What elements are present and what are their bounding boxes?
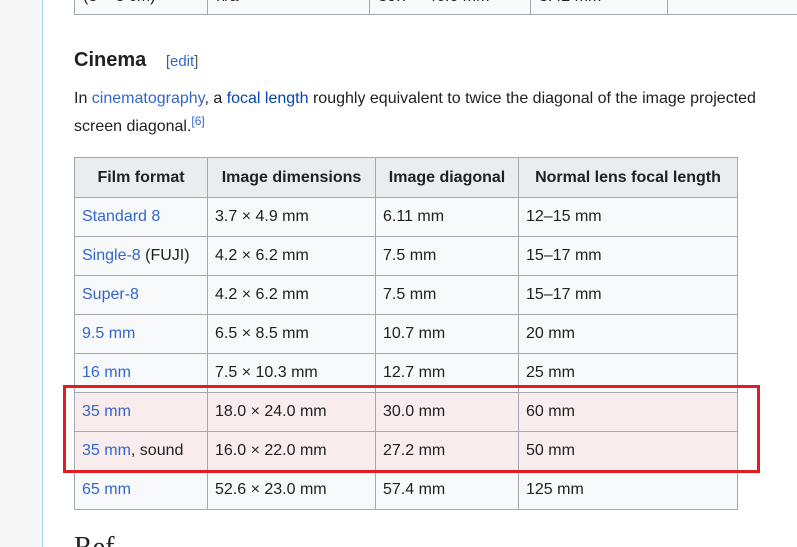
focal-length-cell: 25 mm [518, 353, 738, 393]
intro-text: In [74, 90, 92, 107]
table-row: Super-8 4.2 × 6.2 mm 7.5 mm 15–17 mm [74, 275, 738, 315]
format-link[interactable]: 35 mm [82, 403, 131, 420]
film-format-table: Film format Image dimensions Image diago… [74, 157, 738, 510]
table-cell: n/a [207, 0, 371, 15]
focal-length-cell: 60 mm [518, 392, 738, 432]
edit-section: [edit] [165, 53, 199, 70]
focal-length-cell: 12–15 mm [518, 197, 738, 237]
dimensions-cell: 16.0 × 22.0 mm [207, 431, 376, 471]
table-row: 9.5 mm 6.5 × 8.5 mm 10.7 mm 20 mm [74, 314, 738, 354]
table-row: 65 mm 52.6 × 23.0 mm 57.4 mm 125 mm [74, 470, 738, 510]
format-suffix: , sound [130, 442, 184, 459]
dimensions-cell: 7.5 × 10.3 mm [207, 353, 376, 393]
table-cell [667, 0, 797, 15]
table-row: 16 mm 7.5 × 10.3 mm 12.7 mm 25 mm [74, 353, 738, 393]
table-row: Standard 8 3.7 × 4.9 mm 6.11 mm 12–15 mm [74, 197, 738, 237]
diagonal-cell: 57.4 mm [375, 470, 519, 510]
dimensions-cell: 3.7 × 4.9 mm [207, 197, 376, 237]
format-cell: 65 mm [74, 470, 208, 510]
header-film-format: Film format [74, 157, 208, 198]
dimensions-cell: 18.0 × 24.0 mm [207, 392, 376, 432]
table-cell: (3 × 3 cm) [73, 0, 209, 15]
focal-length-cell: 50 mm [518, 431, 738, 471]
table-row: Single-8 (FUJI) 4.2 × 6.2 mm 7.5 mm 15–1… [74, 236, 738, 276]
diagonal-cell: 7.5 mm [375, 236, 519, 276]
format-link[interactable]: 9.5 mm [82, 325, 135, 342]
diagonal-cell: 30.0 mm [375, 392, 519, 432]
article-content: (3 × 3 cm) n/a 30.7 – 46.0 mm 3.42 mm Ci… [42, 0, 797, 547]
format-cell: 16 mm [74, 353, 208, 393]
table-row: (3 × 3 cm) n/a 30.7 – 46.0 mm 3.42 mm [73, 0, 797, 15]
header-normal-lens-focal-length: Normal lens focal length [518, 157, 738, 198]
focal-length-cell: 125 mm [518, 470, 738, 510]
format-cell: 35 mm [74, 392, 208, 432]
section-title: Cinema [74, 49, 147, 71]
cinematography-link[interactable]: cinematography [92, 90, 205, 107]
citation-superscript: [6] [191, 114, 204, 128]
header-image-dimensions: Image dimensions [207, 157, 376, 198]
format-link[interactable]: 65 mm [82, 481, 131, 498]
focal-length-cell: 15–17 mm [518, 275, 738, 315]
previous-table-fragment: (3 × 3 cm) n/a 30.7 – 46.0 mm 3.42 mm [73, 0, 797, 15]
focal-length-link[interactable]: focal length [227, 90, 309, 107]
format-link[interactable]: Super-8 [82, 286, 139, 303]
dimensions-cell: 4.2 × 6.2 mm [207, 275, 376, 315]
format-link[interactable]: 35 mm [82, 442, 131, 459]
dimensions-cell: 4.2 × 6.2 mm [207, 236, 376, 276]
header-image-diagonal: Image diagonal [375, 157, 519, 198]
dimensions-cell: 6.5 × 8.5 mm [207, 314, 376, 354]
diagonal-cell: 27.2 mm [375, 431, 519, 471]
intro-text: , a [204, 90, 227, 107]
table-cell: 30.7 – 46.0 mm [369, 0, 531, 15]
next-section-heading: Ref [74, 532, 114, 547]
intro-paragraph: In cinematography, a focal length roughl… [74, 85, 797, 141]
table-row-highlighted: 35 mm 18.0 × 24.0 mm 30.0 mm 60 mm [74, 392, 738, 432]
format-cell: 9.5 mm [74, 314, 208, 354]
format-cell: 35 mm, sound [74, 431, 208, 471]
format-link[interactable]: Standard 8 [82, 208, 160, 225]
diagonal-cell: 12.7 mm [375, 353, 519, 393]
format-link[interactable]: Single-8 [82, 247, 141, 264]
diagonal-cell: 10.7 mm [375, 314, 519, 354]
focal-length-cell: 15–17 mm [518, 236, 738, 276]
intro-text: screen diagonal. [74, 118, 192, 135]
table-header-row: Film format Image dimensions Image diago… [74, 157, 738, 198]
format-suffix: (FUJI) [140, 247, 190, 264]
format-cell: Standard 8 [74, 197, 208, 237]
format-cell: Single-8 (FUJI) [74, 236, 208, 276]
section-heading-cinema: Cinema [edit] [74, 47, 198, 75]
intro-text: roughly equivalent to twice the diagonal… [308, 90, 756, 107]
format-cell: Super-8 [74, 275, 208, 315]
diagonal-cell: 7.5 mm [375, 275, 519, 315]
diagonal-cell: 6.11 mm [375, 197, 519, 237]
edit-link[interactable]: edit [170, 53, 194, 70]
table-row-highlighted: 35 mm, sound 16.0 × 22.0 mm 27.2 mm 50 m… [74, 431, 738, 471]
citation-link[interactable]: [6] [191, 114, 204, 128]
table-cell: 3.42 mm [529, 0, 669, 15]
dimensions-cell: 52.6 × 23.0 mm [207, 470, 376, 510]
format-link[interactable]: 16 mm [82, 364, 131, 381]
focal-length-cell: 20 mm [518, 314, 738, 354]
